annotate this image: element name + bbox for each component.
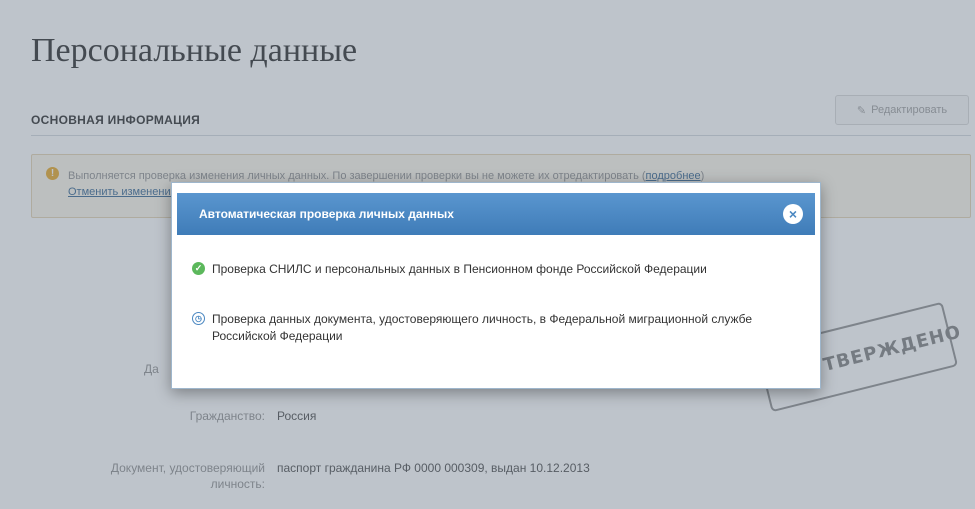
check-item-text: Проверка данных документа, удостоверяюще… bbox=[212, 312, 753, 343]
close-icon[interactable]: × bbox=[783, 204, 803, 224]
modal-header: Автоматическая проверка личных данных × bbox=[177, 193, 815, 235]
verification-modal: Автоматическая проверка личных данных × … bbox=[171, 182, 821, 389]
modal-title: Автоматическая проверка личных данных bbox=[199, 207, 454, 221]
clock-icon: ◷ bbox=[192, 312, 205, 325]
check-item-text: Проверка СНИЛС и персональных данных в П… bbox=[212, 262, 707, 276]
check-circle-icon: ✓ bbox=[192, 262, 205, 275]
